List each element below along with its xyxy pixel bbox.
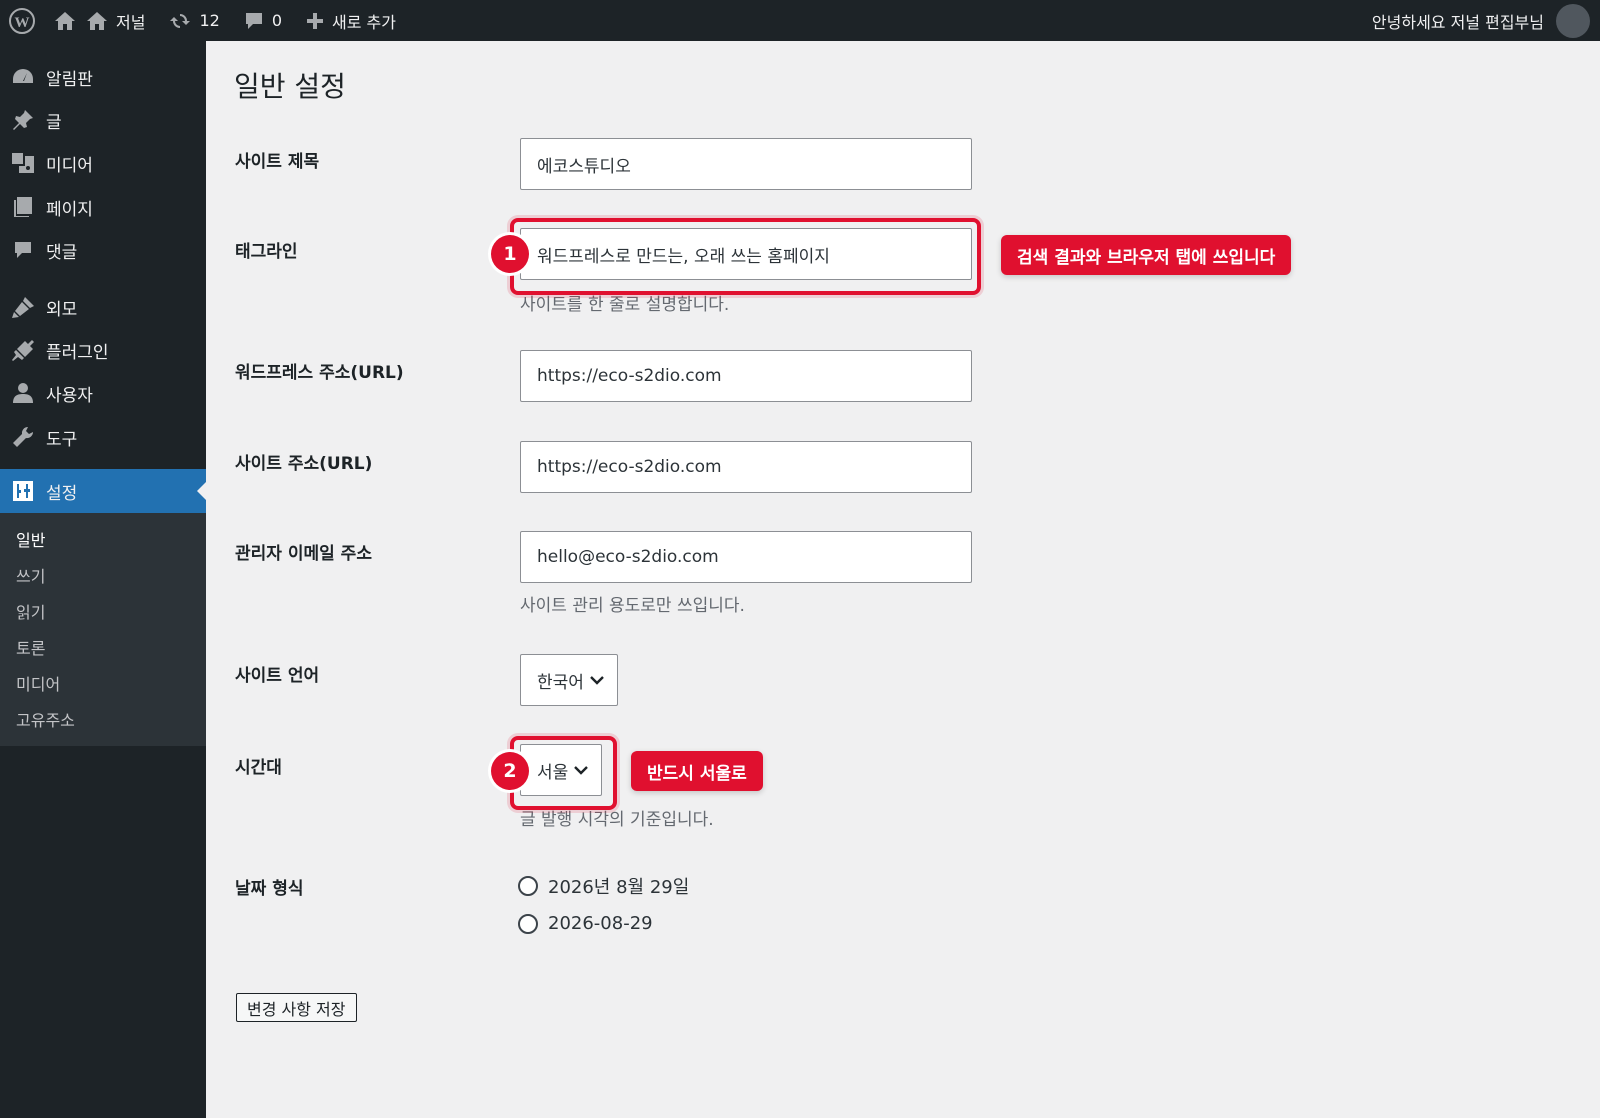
admin-email-input[interactable]: hello@eco-s2dio.com bbox=[520, 531, 972, 583]
submenu-item-general[interactable]: 일반 bbox=[16, 527, 45, 551]
sidebar-item-label: 페이지 bbox=[46, 199, 93, 220]
settings-submenu: 일반 쓰기 읽기 토론 미디어 고유주소 bbox=[0, 513, 206, 746]
wp-url-label: 워드프레스 주소(URL) bbox=[235, 363, 404, 383]
comment-icon bbox=[15, 242, 31, 258]
sidebar-item-dashboard[interactable]: 알림판 bbox=[0, 55, 206, 99]
comments-link[interactable]: 0 bbox=[232, 0, 294, 41]
submenu-item-writing[interactable]: 쓰기 bbox=[16, 563, 45, 587]
comment-icon bbox=[245, 12, 262, 29]
plugin-icon bbox=[12, 340, 34, 361]
page-title: 일반 설정 bbox=[234, 70, 346, 103]
step-1-badge: 1 bbox=[491, 235, 529, 273]
sidebar-item-appearance[interactable]: 외모 bbox=[0, 285, 206, 329]
sidebar-item-label: 설정 bbox=[46, 483, 78, 504]
sidebar-item-media[interactable]: 미디어 bbox=[0, 141, 206, 185]
sidebar-item-label: 플러그인 bbox=[46, 342, 109, 363]
site-name: 저널 bbox=[116, 12, 146, 32]
save-changes-button[interactable]: 변경 사항 저장 bbox=[236, 993, 357, 1022]
sidebar-item-label: 댓글 bbox=[46, 242, 78, 263]
date-format-label: 날짜 형식 bbox=[235, 879, 304, 899]
sidebar-item-posts[interactable]: 글 bbox=[0, 98, 206, 142]
svg-text:W: W bbox=[15, 15, 30, 31]
tagline-label: 태그라인 bbox=[235, 242, 298, 262]
dashboard-icon bbox=[13, 69, 33, 83]
home-icon bbox=[55, 11, 75, 30]
submenu-item-media[interactable]: 미디어 bbox=[16, 671, 60, 695]
submenu-item-permalinks[interactable]: 고유주소 bbox=[16, 707, 75, 731]
site-url-input[interactable]: https://eco-s2dio.com bbox=[520, 441, 972, 493]
tagline-callout: 검색 결과와 브라우저 탭에 쓰입니다 bbox=[1001, 235, 1292, 275]
wordpress-logo-button[interactable]: W bbox=[0, 0, 48, 41]
page-icon bbox=[14, 197, 32, 217]
sidebar-item-comments[interactable]: 댓글 bbox=[0, 228, 206, 272]
site-language-select[interactable]: 한국어 bbox=[520, 654, 618, 706]
date-format-option-1[interactable]: 2026년 8월 29일 bbox=[518, 873, 689, 899]
site-title-label: 사이트 제목 bbox=[235, 152, 320, 172]
tagline-highlight bbox=[510, 218, 981, 295]
sidebar-item-label: 사용자 bbox=[46, 385, 93, 406]
submenu-item-discussion[interactable]: 토론 bbox=[16, 635, 45, 659]
account-menu[interactable]: 안녕하세요 저널 편집부님 bbox=[1372, 0, 1590, 41]
wrench-icon bbox=[13, 426, 34, 447]
sidebar-item-label: 알림판 bbox=[46, 69, 93, 90]
updates-link[interactable]: 12 bbox=[157, 0, 231, 41]
home-icon bbox=[87, 11, 107, 30]
media-icon bbox=[12, 153, 34, 173]
home-button[interactable] bbox=[48, 0, 82, 41]
sidebar-item-label: 외모 bbox=[46, 299, 78, 320]
admin-email-label: 관리자 이메일 주소 bbox=[235, 544, 372, 564]
site-url-label: 사이트 주소(URL) bbox=[235, 454, 373, 474]
chevron-down-icon bbox=[590, 676, 604, 685]
submenu-item-reading[interactable]: 읽기 bbox=[16, 599, 45, 623]
admin-email-description: 사이트 관리 용도로만 쓰입니다. bbox=[520, 596, 745, 616]
site-language-label: 사이트 언어 bbox=[235, 666, 320, 686]
date-format-option-label: 2026-08-29 bbox=[548, 913, 653, 934]
sidebar-item-settings[interactable]: 설정 bbox=[0, 469, 206, 513]
site-title-input[interactable]: 에코스튜디오 bbox=[520, 138, 972, 190]
wp-url-input[interactable]: https://eco-s2dio.com bbox=[520, 350, 972, 402]
site-name-link[interactable]: 저널 bbox=[82, 0, 157, 41]
new-content-label: 새로 추가 bbox=[332, 12, 396, 32]
radio-button[interactable] bbox=[518, 913, 538, 934]
user-icon bbox=[13, 383, 33, 403]
step-2-badge: 2 bbox=[491, 752, 529, 790]
pin-icon bbox=[13, 110, 33, 130]
settings-main: 일반 설정 사이트 제목 에코스튜디오 태그라인 워드프레스로 만드는, 오래 … bbox=[206, 41, 1600, 1118]
date-format-option-2[interactable]: 2026-08-29 bbox=[518, 913, 653, 934]
sidebar-item-label: 도구 bbox=[46, 429, 78, 450]
settings-icon bbox=[13, 481, 33, 501]
sidebar-item-plugins[interactable]: 플러그인 bbox=[0, 328, 206, 372]
admin-bar: W 저널 12 0 새로 추가 안녕하세요 저널 편집부님 bbox=[0, 0, 1600, 41]
new-content-button[interactable]: 새로 추가 bbox=[294, 0, 408, 41]
refresh-icon bbox=[170, 13, 191, 28]
greeting-text: 안녕하세요 저널 편집부님 bbox=[1371, 12, 1544, 32]
plus-icon bbox=[307, 12, 323, 29]
admin-sidebar: 알림판 글 미디어 페이지 댓글 외모 플러그인 사용자 도구 설정 일반 쓰기… bbox=[0, 41, 206, 1118]
comments-count: 0 bbox=[271, 11, 282, 30]
timezone-callout: 반드시 서울로 bbox=[631, 751, 763, 791]
updates-count: 12 bbox=[199, 11, 220, 30]
sidebar-item-users[interactable]: 사용자 bbox=[0, 371, 206, 415]
date-format-option-label: 2026년 8월 29일 bbox=[548, 877, 690, 898]
brush-icon bbox=[12, 297, 34, 318]
timezone-label: 시간대 bbox=[235, 758, 282, 778]
site-language-value: 한국어 bbox=[537, 672, 584, 693]
sidebar-item-tools[interactable]: 도구 bbox=[0, 415, 206, 459]
wordpress-logo-icon: W bbox=[9, 7, 35, 34]
radio-button[interactable] bbox=[518, 876, 538, 896]
sidebar-item-label: 미디어 bbox=[46, 155, 93, 176]
sidebar-item-label: 글 bbox=[46, 112, 62, 133]
avatar[interactable] bbox=[1556, 3, 1590, 38]
sidebar-item-pages[interactable]: 페이지 bbox=[0, 185, 206, 229]
